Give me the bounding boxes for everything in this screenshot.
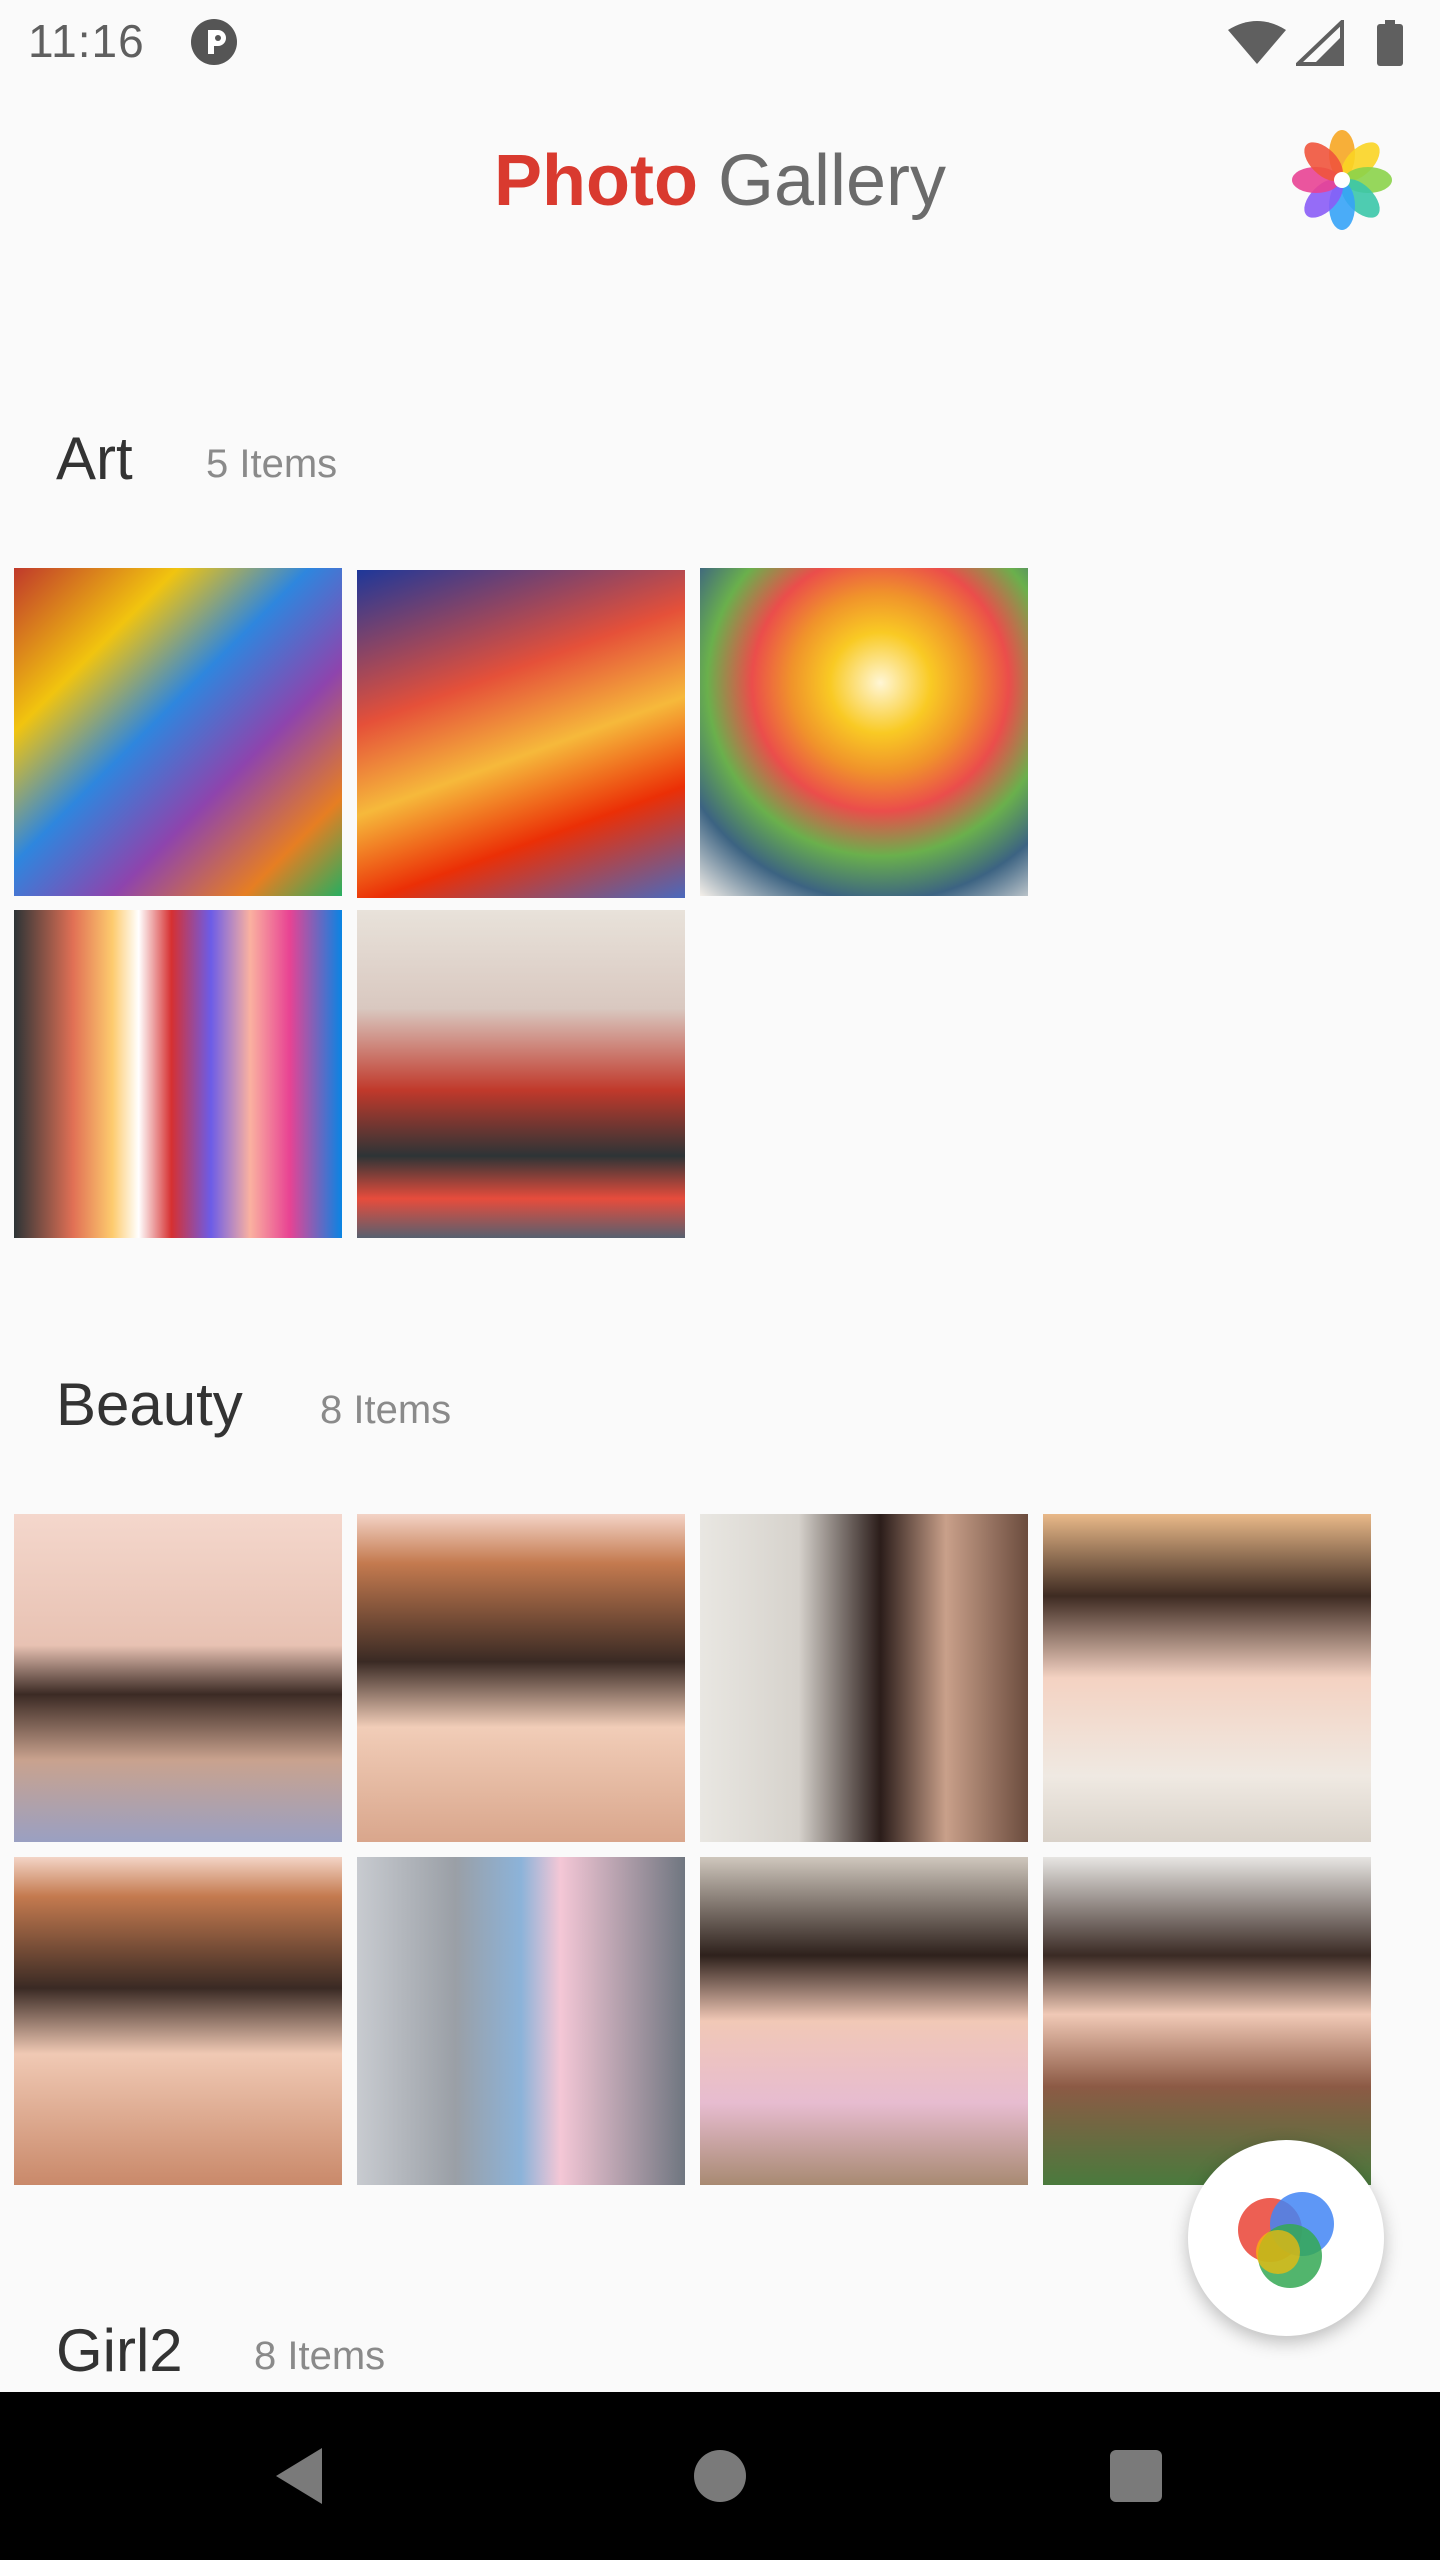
color-wheel-fab-icon xyxy=(1238,2192,1334,2288)
beauty-thumb-2[interactable] xyxy=(357,1514,685,1842)
art-thumb-5[interactable] xyxy=(357,910,685,1238)
beauty-thumb-8[interactable] xyxy=(1043,1857,1371,2185)
art-thumb-4[interactable] xyxy=(14,910,342,1238)
page-title: Photo Gallery xyxy=(0,140,1440,222)
title-photo: Photo xyxy=(493,141,698,221)
beauty-thumb-7[interactable] xyxy=(700,1857,1028,2185)
art-thumb-3[interactable] xyxy=(700,568,1028,896)
section-count-beauty: 8 Items xyxy=(320,1388,452,1432)
beauty-thumb-5[interactable] xyxy=(14,1857,342,2185)
signal-icon xyxy=(1296,20,1344,66)
color-picker-fab[interactable] xyxy=(1188,2140,1384,2336)
beauty-thumb-1[interactable] xyxy=(14,1514,342,1842)
battery-icon xyxy=(1377,20,1403,66)
status-icons xyxy=(1226,20,1416,66)
section-title-beauty: Beauty xyxy=(56,1371,243,1438)
navigation-bar xyxy=(0,2392,1440,2560)
status-bar: 11:16 xyxy=(0,0,1440,84)
art-thumb-2[interactable] xyxy=(357,570,685,898)
section-count-art: 5 Items xyxy=(206,442,338,486)
title-gallery: Gallery xyxy=(697,141,946,221)
back-icon[interactable] xyxy=(264,2440,336,2512)
section-title-art: Art xyxy=(56,425,133,492)
beauty-thumb-4[interactable] xyxy=(1043,1514,1371,1842)
app-status-icon xyxy=(191,19,237,65)
beauty-thumb-6[interactable] xyxy=(357,1857,685,2185)
wifi-icon xyxy=(1228,21,1286,64)
section-title-girl2: Girl2 xyxy=(56,2317,183,2384)
recents-icon[interactable] xyxy=(1100,2440,1172,2512)
beauty-thumb-3[interactable] xyxy=(700,1514,1028,1842)
art-thumb-1[interactable] xyxy=(14,568,342,896)
status-time: 11:16 xyxy=(28,15,145,67)
gallery-logo-icon[interactable] xyxy=(1286,124,1398,236)
home-icon[interactable] xyxy=(684,2440,756,2512)
section-count-girl2: 8 Items xyxy=(254,2334,386,2378)
